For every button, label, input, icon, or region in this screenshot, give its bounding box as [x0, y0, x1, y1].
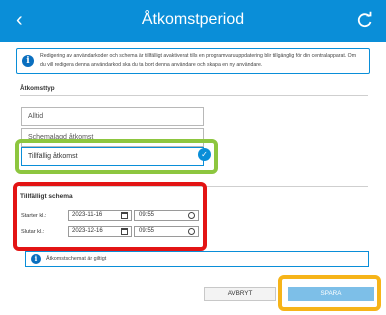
app-header: ‹ Åtkomstperiod	[0, 0, 386, 42]
highlight-schedule	[13, 182, 207, 251]
info-banner-text: Redigering av användarkoder och schema ä…	[40, 53, 357, 68]
refresh-icon[interactable]	[356, 11, 374, 29]
back-chevron-icon[interactable]: ‹	[16, 9, 34, 31]
schedule-status-banner: i Åtkomstschemat är giltigt	[25, 251, 369, 267]
access-type-label: Åtkomsttyp	[20, 85, 55, 92]
option-always[interactable]: Alltid	[21, 107, 204, 126]
info-icon: i	[22, 55, 34, 67]
page-title: Åtkomstperiod	[141, 11, 245, 28]
schedule-status-text: Åtkomstschemat är giltigt	[46, 256, 107, 262]
info-banner: i Redigering av användarkoder och schema…	[16, 48, 370, 74]
divider	[20, 95, 368, 96]
highlight-selected-option	[15, 139, 218, 174]
info-icon: i	[31, 254, 41, 264]
highlight-save-button	[278, 275, 381, 311]
cancel-button[interactable]: AVBRYT	[204, 287, 276, 301]
